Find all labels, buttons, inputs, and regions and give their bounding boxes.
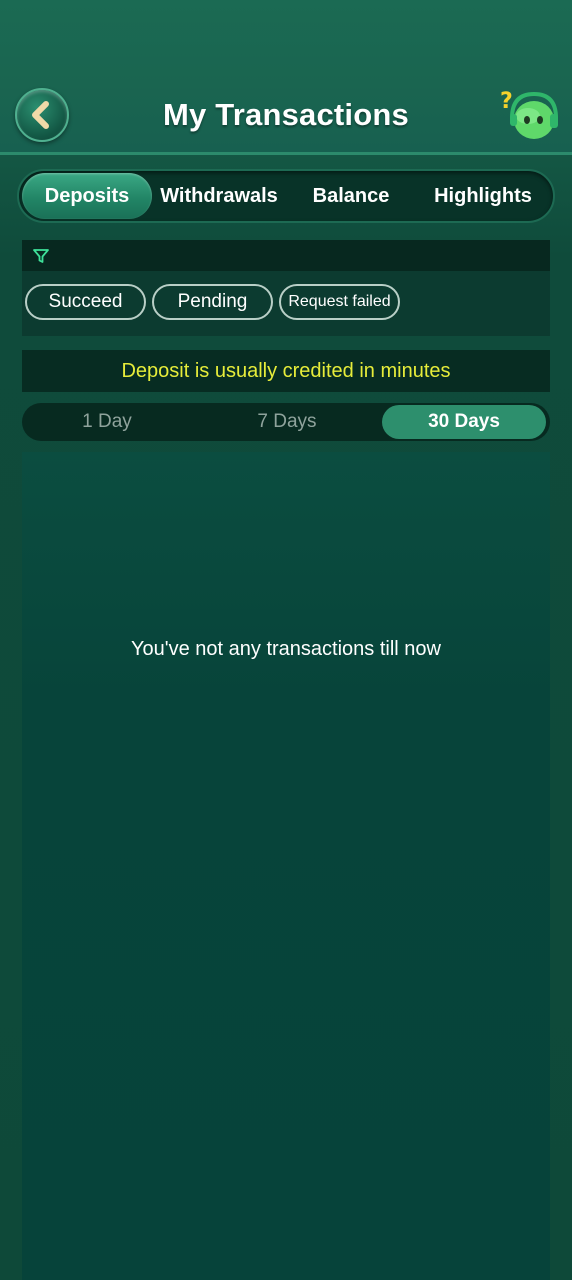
support-button[interactable]: ? [498,86,562,146]
support-mascot-icon: ? [500,89,558,139]
chip-request-failed[interactable]: Request failed [279,284,400,320]
empty-state-message: You've not any transactions till now [131,638,441,660]
tab-deposits[interactable]: Deposits [22,173,152,219]
status-filter: Succeed Pending Request failed [22,240,550,336]
period-7-days[interactable]: 7 Days [192,405,382,439]
header: My Transactions ? [0,0,572,155]
deposit-notice: Deposit is usually credited in minutes [22,350,550,392]
period-1-day[interactable]: 1 Day [22,405,192,439]
filter-icon[interactable] [32,247,50,265]
page-title: My Transactions [163,97,409,132]
period-selector: 1 Day 7 Days 30 Days [22,403,550,441]
tab-highlights[interactable]: Highlights [416,173,550,219]
chip-pending[interactable]: Pending [152,284,273,320]
period-30-days[interactable]: 30 Days [382,405,546,439]
filter-header [22,240,550,271]
transactions-list [22,452,550,1280]
chip-succeed[interactable]: Succeed [25,284,146,320]
filter-chips: Succeed Pending Request failed [25,284,406,320]
tab-withdrawals[interactable]: Withdrawals [152,173,286,219]
transaction-tabs: Deposits Withdrawals Balance Highlights [17,169,555,223]
tab-balance[interactable]: Balance [286,173,416,219]
transactions-page: My Transactions ? Deposits Withdrawals B… [0,0,572,1280]
